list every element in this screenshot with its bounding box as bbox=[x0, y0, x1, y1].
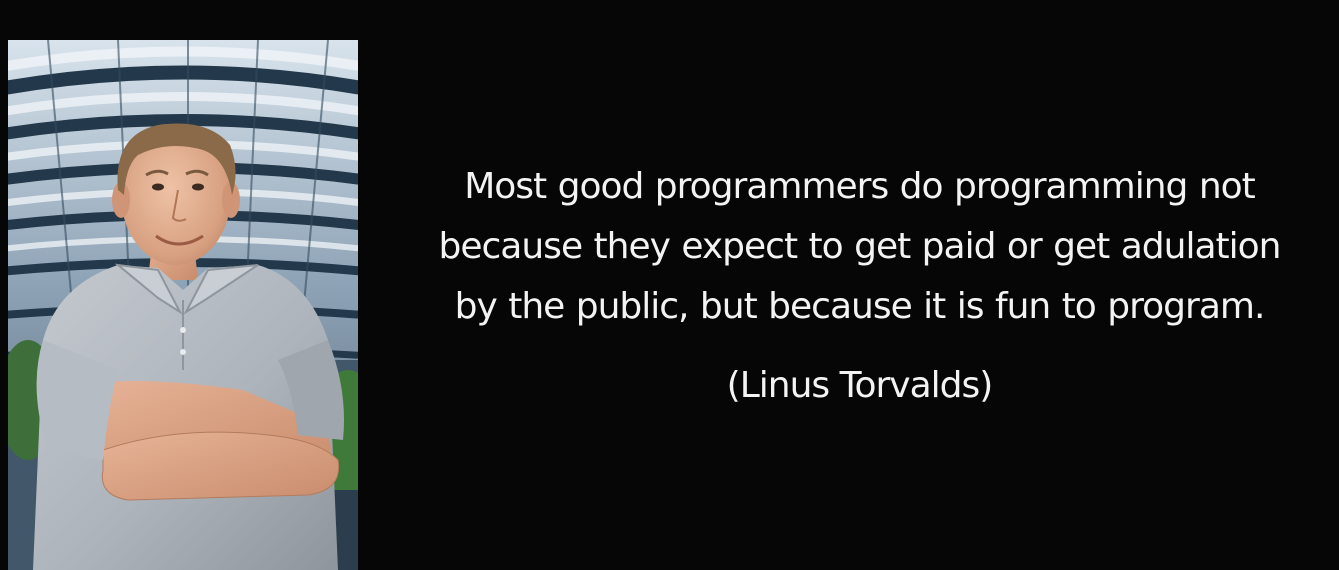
eye-left bbox=[152, 183, 164, 191]
eye-right bbox=[192, 183, 204, 191]
quote-block: Most good programmers do programming not… bbox=[380, 157, 1339, 410]
quote-line-1: Most good programmers do programming not bbox=[464, 166, 1256, 207]
quote-author: (Linus Torvalds) bbox=[726, 365, 994, 406]
portrait-illustration bbox=[8, 40, 358, 570]
shirt-button bbox=[180, 327, 186, 333]
quote-line-3: by the public, but because it is fun to … bbox=[454, 286, 1266, 327]
quote-card: Most good programmers do programming not… bbox=[0, 0, 1339, 570]
shirt-button bbox=[180, 349, 186, 355]
portrait-photo bbox=[8, 40, 358, 570]
quote-line-2: because they expect to get paid or get a… bbox=[438, 226, 1282, 267]
forearm-front bbox=[101, 431, 340, 501]
quote-text: Most good programmers do programming not… bbox=[380, 157, 1339, 337]
